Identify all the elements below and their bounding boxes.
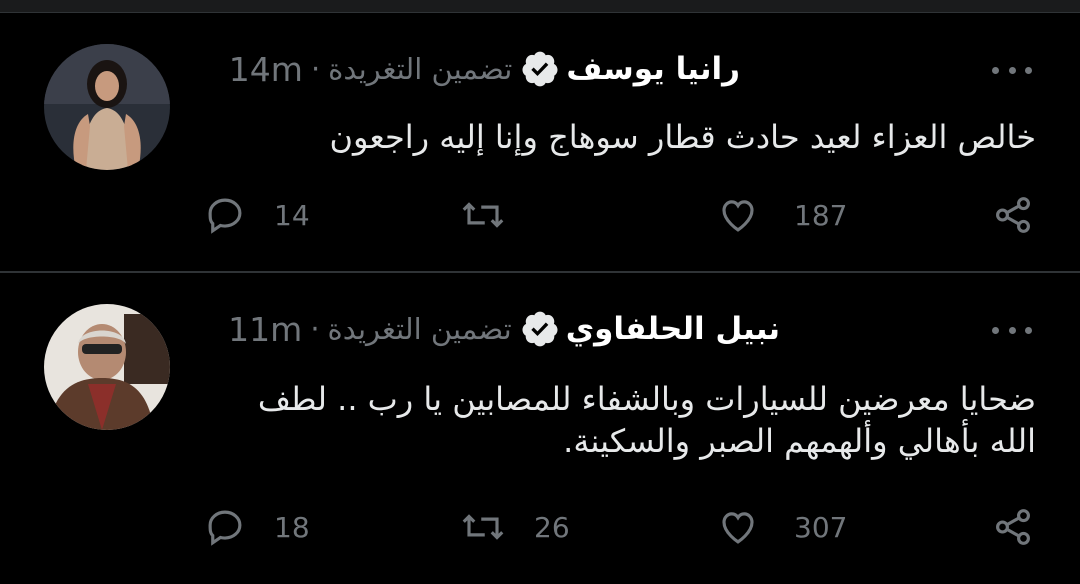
more-options-icon[interactable] [992,64,1032,76]
reply-count: 14 [274,198,310,232]
tweet-divider [0,271,1080,273]
verified-badge-icon [520,309,560,349]
retweet-action[interactable] [460,194,506,236]
share-action[interactable] [992,194,1034,236]
separator-dot: · [310,52,321,86]
share-icon [996,509,1030,545]
tweet-text: خالص العزاء لعيد حادث قطار سوهاج وإنا إل… [329,118,1037,156]
timestamp[interactable]: 11m [228,310,302,349]
like-action[interactable]: 307 [716,506,847,548]
reply-action[interactable]: 14 [204,194,310,236]
verified-badge-icon [520,49,560,89]
reply-icon [208,510,242,546]
like-count: 307 [794,510,848,544]
tweet-2[interactable]: نبيل الحلفاوي تضمين التغريدة · 11m ضحايا… [0,274,1080,584]
tweet-text-line-1: ضحايا معرضين للسيارات وبالشفاء للمصابين … [257,380,1036,418]
timestamp[interactable]: 14m [229,50,303,89]
share-action[interactable] [992,506,1034,548]
retweet-count: 26 [534,510,570,544]
tweet-text-line-2: الله بأهالي وألهمهم الصبر والسكينة. [563,422,1036,460]
more-options-icon[interactable] [992,324,1032,336]
tweet-header: نبيل الحلفاوي تضمين التغريدة · 11m [228,306,780,352]
reply-count: 18 [274,510,310,544]
tweet-text: ضحايا معرضين للسيارات وبالشفاء للمصابين … [216,378,1036,462]
embed-tweet-link[interactable]: تضمين التغريدة [328,312,512,346]
tweet-header: رانيا يوسف تضمين التغريدة · 14m [229,46,740,92]
like-count: 187 [794,198,848,232]
share-icon [996,197,1030,233]
embed-tweet-link[interactable]: تضمين التغريدة [328,52,512,86]
retweet-action[interactable]: 26 [460,506,570,548]
heart-icon [722,512,754,544]
display-name[interactable]: نبيل الحلفاوي [566,311,780,347]
retweet-icon [462,514,504,540]
reply-action[interactable]: 18 [204,506,310,548]
heart-icon [722,200,754,232]
like-action[interactable]: 187 [716,194,847,236]
retweet-icon [462,202,504,228]
avatar[interactable] [44,44,170,170]
display-name[interactable]: رانيا يوسف [566,51,740,87]
avatar[interactable] [44,304,170,430]
separator-dot: · [310,312,320,346]
tweet-1[interactable]: رانيا يوسف تضمين التغريدة · 14m خالص الع… [0,0,1080,272]
reply-icon [208,198,242,234]
